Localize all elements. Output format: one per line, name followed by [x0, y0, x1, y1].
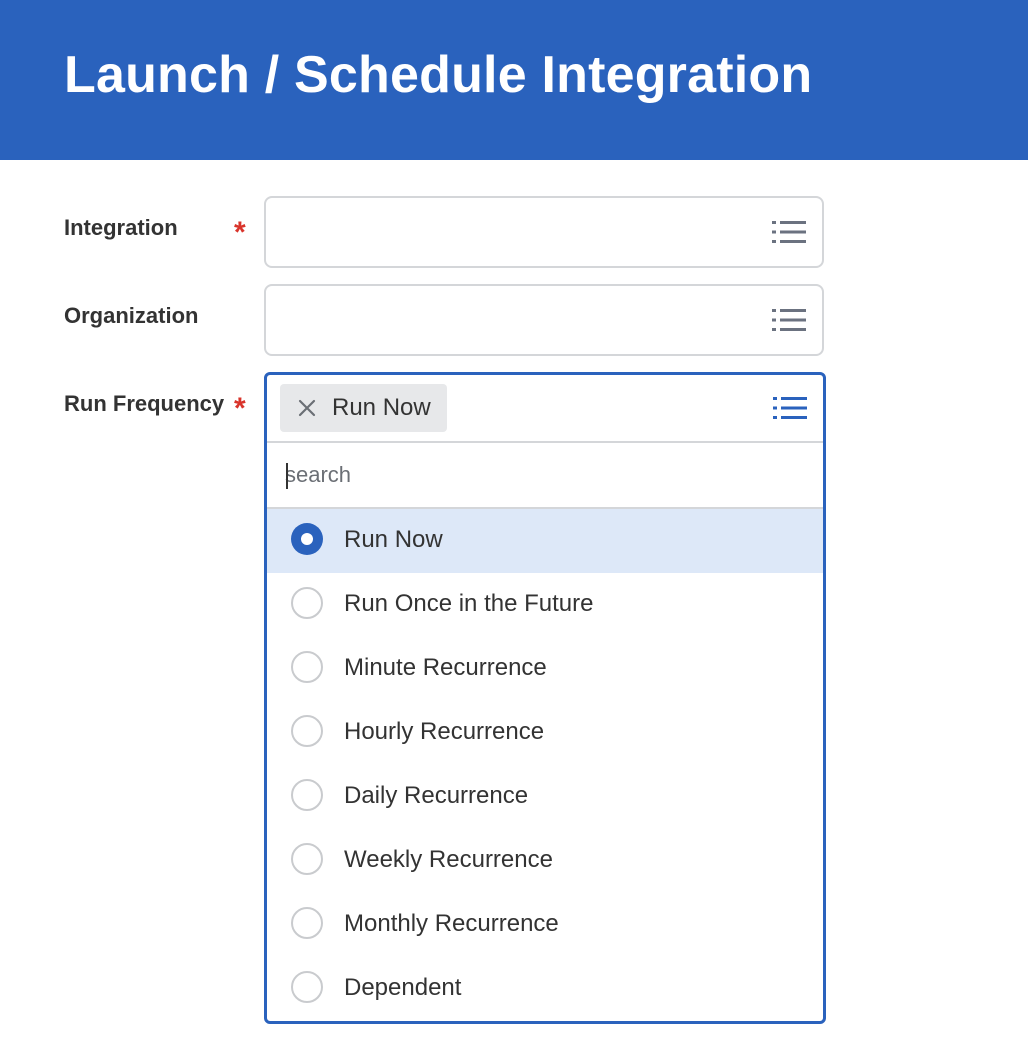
radio-button[interactable] — [291, 843, 323, 875]
option-label: Hourly Recurrence — [344, 718, 545, 745]
page: Launch / Schedule Integration Integratio… — [0, 0, 1028, 1064]
option-label: Minute Recurrence — [344, 654, 547, 681]
option-monthly-recurrence[interactable]: Monthly Recurrence — [267, 893, 823, 957]
option-minute-recurrence[interactable]: Minute Recurrence — [267, 637, 823, 701]
option-label: Weekly Recurrence — [344, 846, 553, 873]
selected-pill[interactable]: Run Now — [280, 384, 447, 432]
search-input[interactable] — [285, 457, 785, 493]
run-frequency-required-marker: * — [234, 392, 246, 425]
radio-button[interactable] — [291, 907, 323, 939]
option-label: Dependent — [344, 974, 462, 1001]
list-icon[interactable] — [772, 219, 808, 245]
radio-button[interactable] — [291, 651, 323, 683]
organization-label: Organization — [64, 303, 199, 328]
option-daily-recurrence[interactable]: Daily Recurrence — [267, 765, 823, 829]
option-weekly-recurrence[interactable]: Weekly Recurrence — [267, 829, 823, 893]
organization-field[interactable] — [264, 284, 824, 356]
option-label: Run Once in the Future — [344, 590, 594, 617]
integration-required-marker: * — [234, 216, 246, 249]
run-frequency-label: Run Frequency — [64, 391, 225, 416]
run-frequency-dropdown[interactable]: Run Now Run Now — [264, 372, 826, 1024]
search-row — [267, 443, 823, 509]
option-hourly-recurrence[interactable]: Hourly Recurrence — [267, 701, 823, 765]
close-icon[interactable] — [298, 399, 316, 417]
text-caret — [286, 463, 288, 489]
option-label: Run Now — [344, 526, 443, 553]
option-label: Daily Recurrence — [344, 782, 529, 809]
run-frequency-selection[interactable]: Run Now — [267, 375, 823, 443]
selected-pill-label: Run Now — [332, 394, 431, 421]
list-icon[interactable] — [772, 307, 808, 333]
radio-button[interactable] — [291, 779, 323, 811]
option-dependent[interactable]: Dependent — [267, 957, 823, 1021]
option-label: Monthly Recurrence — [344, 910, 559, 937]
integration-label: Integration — [64, 215, 178, 240]
radio-button[interactable] — [291, 523, 323, 555]
radio-button[interactable] — [291, 715, 323, 747]
option-run-once-in-the-future[interactable]: Run Once in the Future — [267, 573, 823, 637]
page-title: Launch / Schedule Integration — [64, 46, 813, 104]
radio-button[interactable] — [291, 587, 323, 619]
integration-field[interactable] — [264, 196, 824, 268]
options-list: Run Now Run Once in the Future Minute Re… — [267, 509, 823, 1021]
list-icon[interactable] — [773, 395, 809, 421]
radio-button[interactable] — [291, 971, 323, 1003]
option-run-now[interactable]: Run Now — [267, 509, 823, 573]
page-header: Launch / Schedule Integration — [0, 0, 1028, 160]
